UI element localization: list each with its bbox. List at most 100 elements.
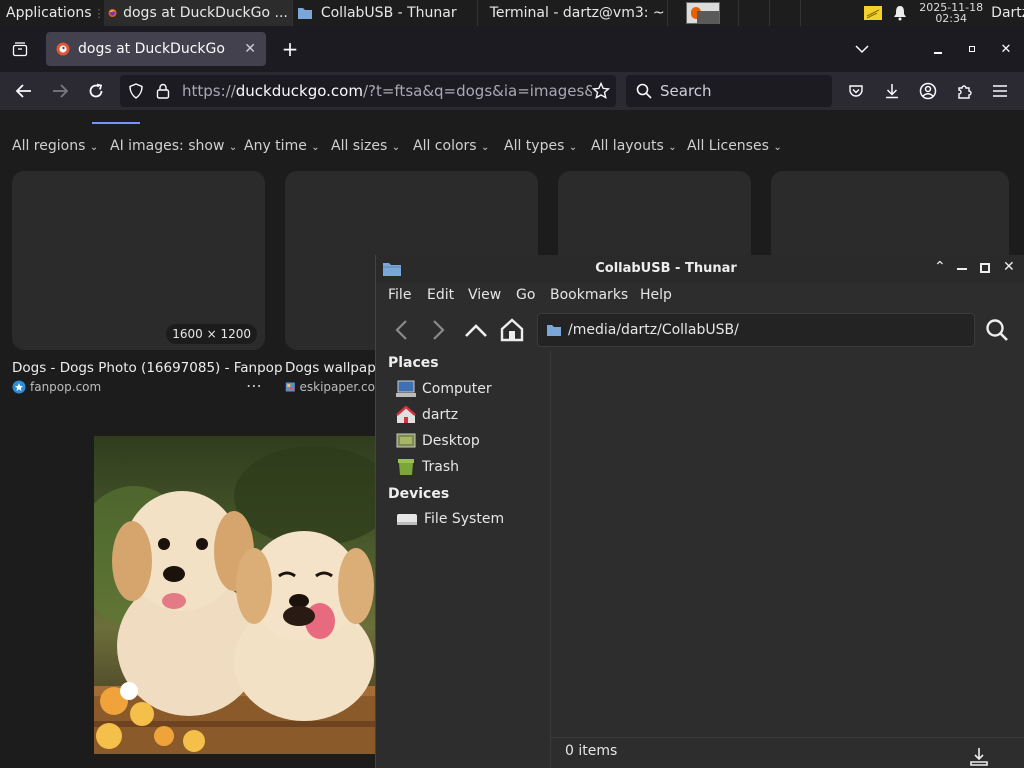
devices-heading: Devices xyxy=(388,486,450,502)
menu-view[interactable]: View xyxy=(468,287,501,303)
close-tab-icon[interactable]: ✕ xyxy=(244,41,256,57)
chevron-down-icon: ⌄ xyxy=(228,142,238,153)
filter-label: All types xyxy=(504,138,565,154)
sidebar-item-dartz[interactable]: dartz xyxy=(396,406,458,424)
reload-icon xyxy=(89,83,103,98)
puppies-image[interactable] xyxy=(94,436,375,754)
sidebar-item-desktop[interactable]: Desktop xyxy=(396,432,480,450)
taskbar-window-terminal[interactable]: Terminal - dartz@vm3: ~ xyxy=(478,0,669,26)
filter-time[interactable]: Any time ⌄ xyxy=(244,138,320,154)
close-button[interactable]: ✕ xyxy=(1003,259,1015,275)
filter-label: Any time xyxy=(244,138,307,154)
thunar-titlebar[interactable]: CollabUSB - Thunar ⌃ ✕ xyxy=(376,255,1024,283)
location-path: /media/dartz/CollabUSB/ xyxy=(568,322,739,338)
filter-colors[interactable]: All colors ⌄ xyxy=(413,138,489,154)
taskbar-window-firefox[interactable]: dogs at DuckDuckGo ... xyxy=(104,0,293,26)
menu-bookmarks[interactable]: Bookmarks xyxy=(550,287,628,303)
result-source[interactable]: fanpop.com xyxy=(12,380,101,394)
lock-icon[interactable] xyxy=(156,83,170,99)
account-icon xyxy=(919,82,937,100)
app-menu-button[interactable] xyxy=(986,77,1014,105)
search-icon xyxy=(636,83,652,99)
result-title[interactable]: Dogs - Dogs Photo (16697085) - Fanpop xyxy=(12,360,283,376)
taskbar-window-label: dogs at DuckDuckGo ... xyxy=(123,5,288,21)
filter-regions[interactable]: All regions ⌄ xyxy=(12,138,98,154)
result-title[interactable]: Dogs wallpaper xyxy=(285,360,375,376)
desktop-icon xyxy=(396,433,416,448)
back-button[interactable] xyxy=(392,318,412,342)
maximize-button[interactable] xyxy=(980,263,990,273)
address-bar[interactable]: https://duckduckgo.com/?t=ftsa&q=dogs&ia… xyxy=(120,75,616,107)
menu-help[interactable]: Help xyxy=(640,287,672,303)
filter-layouts[interactable]: All layouts ⌄ xyxy=(591,138,677,154)
folder-icon xyxy=(547,325,561,336)
filter-label: All Licenses xyxy=(687,138,769,154)
menu-go[interactable]: Go xyxy=(516,287,535,303)
puzzle-icon xyxy=(958,85,972,99)
tab-dogs-duckduckgo[interactable]: dogs at DuckDuckGo ✕ xyxy=(46,32,266,66)
home-folder-icon xyxy=(396,406,416,423)
filter-sizes[interactable]: All sizes ⌄ xyxy=(331,138,400,154)
shade-button[interactable]: ⌃ xyxy=(934,259,946,275)
notification-bell-icon[interactable] xyxy=(893,5,907,21)
clock[interactable]: 2025-11-18 02:34 xyxy=(917,2,985,24)
list-all-tabs-button[interactable] xyxy=(848,35,876,63)
filter-types[interactable]: All types ⌄ xyxy=(504,138,577,154)
taskbar-window-thunar[interactable]: CollabUSB - Thunar xyxy=(293,0,478,26)
location-bar[interactable]: /media/dartz/CollabUSB/ xyxy=(537,313,975,347)
chevron-down-icon: ⌄ xyxy=(311,142,320,153)
downloads-button[interactable] xyxy=(878,77,906,105)
more-options-icon[interactable]: ⋯ xyxy=(246,376,262,395)
workspace-4[interactable] xyxy=(800,0,822,26)
pocket-button[interactable] xyxy=(842,77,870,105)
workspace-thumbnail xyxy=(686,2,721,24)
thunar-sidebar: Places Computer dartz Desktop Trash Devi… xyxy=(376,351,551,768)
url-rest: /?t=ftsa&q=dogs&ia=images&ia= xyxy=(362,82,592,100)
arrow-right-icon xyxy=(53,84,69,98)
url-text: https://duckduckgo.com/?t=ftsa&q=dogs&ia… xyxy=(182,82,592,100)
filter-label: All sizes xyxy=(331,138,388,154)
maximize-button[interactable] xyxy=(958,35,986,63)
url-domain: duckduckgo.com xyxy=(235,82,363,100)
home-button[interactable] xyxy=(500,318,524,342)
sidebar-item-label: dartz xyxy=(422,407,459,423)
result-source[interactable]: eskipaper.co xyxy=(285,380,375,394)
parent-folder-button[interactable] xyxy=(464,320,488,340)
filter-ai-images[interactable]: AI images: show ⌄ xyxy=(110,138,237,154)
account-button[interactable] xyxy=(914,77,942,105)
new-tab-button[interactable]: + xyxy=(276,35,304,63)
pocket-icon xyxy=(849,85,863,97)
window-title: CollabUSB - Thunar xyxy=(595,261,737,276)
minimize-button[interactable] xyxy=(924,35,952,63)
search-icon[interactable] xyxy=(985,318,1009,342)
forward-button[interactable] xyxy=(46,77,74,105)
extensions-button[interactable] xyxy=(950,77,978,105)
hamburger-icon xyxy=(993,85,1007,97)
drive-icon xyxy=(397,514,417,525)
bookmark-star-icon[interactable] xyxy=(592,82,610,100)
search-bar[interactable]: Search xyxy=(626,75,832,107)
workspace-2[interactable] xyxy=(737,0,769,26)
resize-grip-icon[interactable] xyxy=(969,747,989,767)
forward-button[interactable] xyxy=(428,318,448,342)
filter-licenses[interactable]: All Licenses ⌄ xyxy=(687,138,782,154)
shield-icon[interactable] xyxy=(128,83,144,99)
minimize-button[interactable] xyxy=(957,268,967,270)
workspace-switcher[interactable] xyxy=(668,0,738,26)
reload-button[interactable] xyxy=(82,77,110,105)
sidebar-item-computer[interactable]: Computer xyxy=(396,380,492,398)
menu-file[interactable]: File xyxy=(388,287,411,303)
close-window-button[interactable]: ✕ xyxy=(992,35,1020,63)
taskbar-window-label: Terminal - dartz@vm3: ~ xyxy=(489,5,665,21)
menu-edit[interactable]: Edit xyxy=(427,287,454,303)
file-view[interactable] xyxy=(551,351,1024,737)
workspace-3[interactable] xyxy=(769,0,800,26)
notes-icon[interactable] xyxy=(863,4,883,22)
image-result-card[interactable]: 1600 × 1200 xyxy=(12,171,265,350)
back-button[interactable] xyxy=(10,77,38,105)
sidebar-item-file-system[interactable]: File System xyxy=(396,511,504,527)
user-menu[interactable]: Dartz xyxy=(989,0,1024,26)
tab-overview-button[interactable] xyxy=(6,35,34,63)
sidebar-item-trash[interactable]: Trash xyxy=(396,458,459,476)
applications-menu[interactable]: Applications ⋮ xyxy=(0,0,104,26)
